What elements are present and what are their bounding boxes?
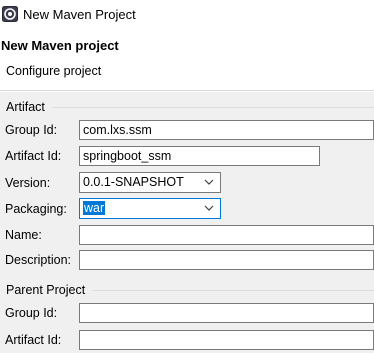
title-bar: New Maven Project [0, 0, 374, 30]
name-label: Name: [5, 228, 42, 242]
window-title: New Maven Project [23, 7, 136, 22]
chevron-down-icon [204, 205, 214, 211]
name-input[interactable] [79, 225, 374, 245]
description-input[interactable] [79, 250, 374, 270]
wizard-body: Artifact Group Id: com.lxs.ssm Artifact … [0, 92, 374, 353]
chevron-down-icon [204, 179, 214, 185]
wizard-title: New Maven project [1, 38, 119, 53]
version-value: 0.0.1-SNAPSHOT [83, 175, 184, 189]
artifact-id-input[interactable]: springboot_ssm [79, 146, 320, 166]
artifact-group-border [52, 107, 374, 108]
packaging-label: Packaging: [5, 202, 67, 216]
parent-group-label: Parent Project [6, 283, 88, 297]
version-label: Version: [5, 176, 51, 190]
eclipse-app-icon [2, 6, 18, 22]
header-separator [0, 90, 374, 91]
description-label: Description: [5, 253, 71, 267]
parent-group-border [92, 290, 374, 291]
parent-artifact-id-input[interactable] [79, 330, 374, 350]
wizard-header: New Maven project Configure project [0, 30, 374, 90]
artifact-id-label: Artifact Id: [5, 149, 62, 163]
parent-artifact-id-label: Artifact Id: [5, 333, 62, 347]
group-id-input[interactable]: com.lxs.ssm [79, 120, 374, 140]
parent-group-id-label: Group Id: [5, 306, 58, 320]
artifact-group-label: Artifact [6, 100, 47, 114]
wizard-description: Configure project [6, 64, 102, 78]
group-id-label: Group Id: [5, 123, 58, 137]
packaging-value: war [83, 201, 106, 215]
packaging-select[interactable]: war [79, 198, 221, 219]
parent-group-id-input[interactable] [79, 303, 374, 323]
version-select[interactable]: 0.0.1-SNAPSHOT [79, 172, 221, 193]
